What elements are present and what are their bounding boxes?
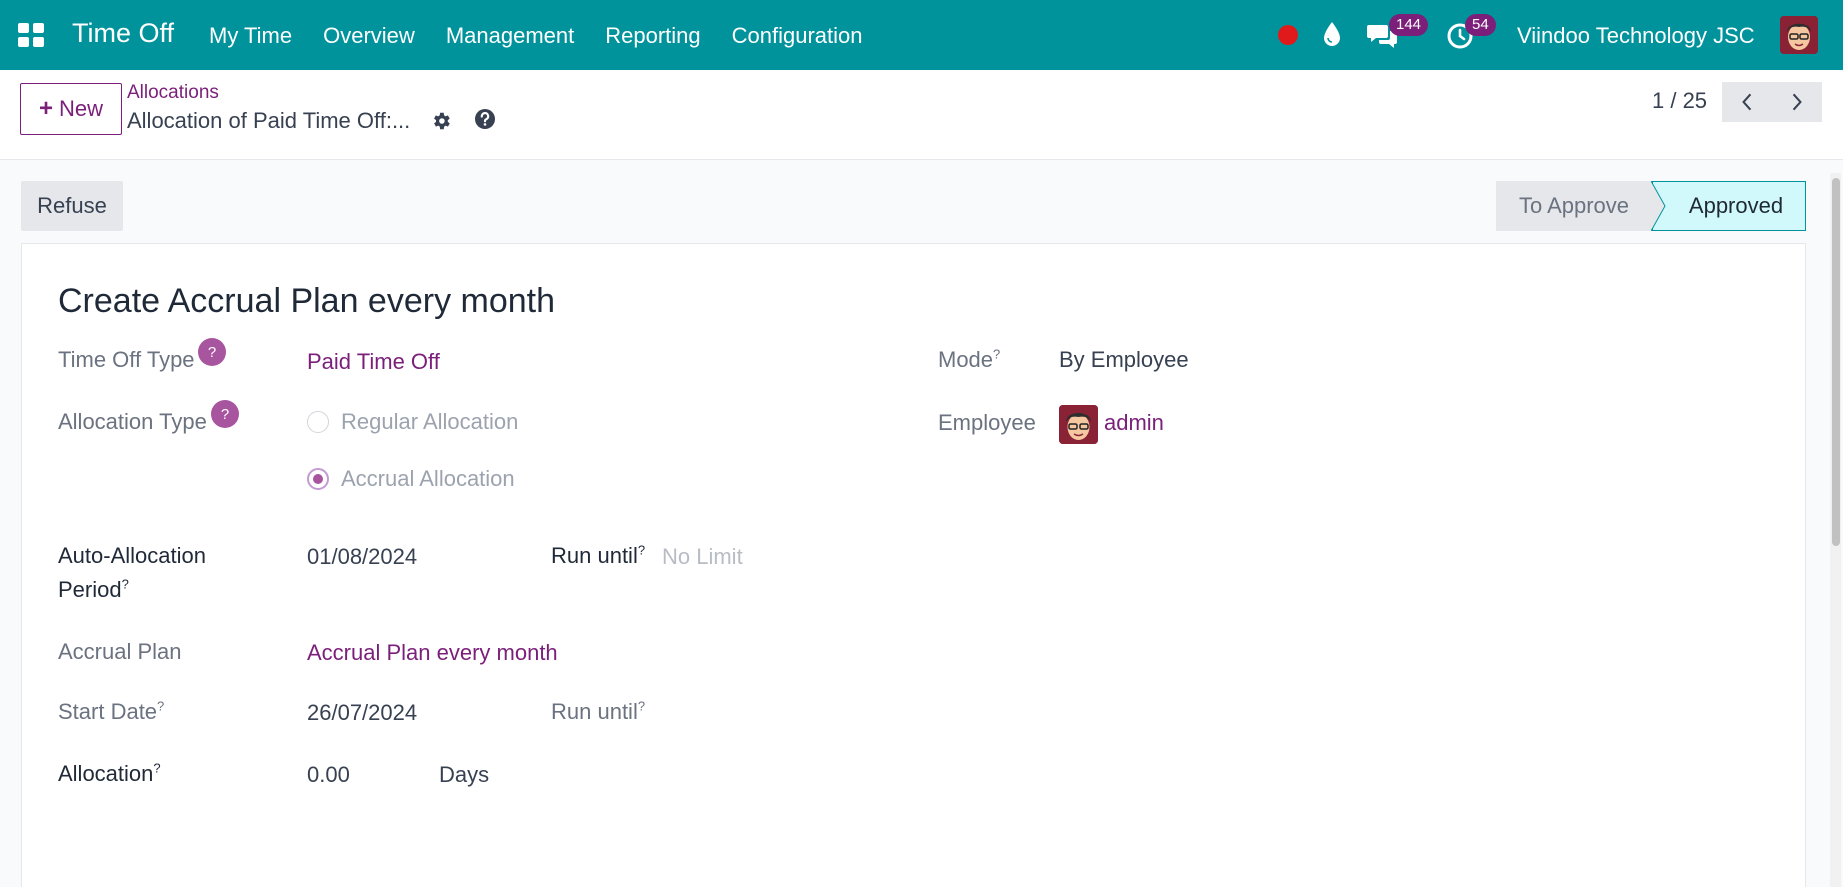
water-drop-icon[interactable] [1322, 21, 1342, 47]
breadcrumb-allocations[interactable]: Allocations [127, 82, 219, 104]
time-off-type-label: Time Off Type [58, 347, 195, 372]
menu-item-my-time[interactable]: My Time [209, 23, 292, 49]
employee-avatar [1059, 405, 1098, 444]
plus-icon: + [38, 95, 53, 122]
mode-value[interactable]: By Employee [1059, 347, 1189, 373]
allocation-type-help-icon[interactable]: ? [211, 400, 239, 428]
allocation-unit: Days [439, 762, 490, 787]
refuse-button[interactable]: Refuse [21, 181, 123, 231]
run-until-input[interactable]: No Limit [662, 544, 743, 570]
menu-item-configuration[interactable]: Configuration [732, 23, 863, 49]
menu-item-overview[interactable]: Overview [323, 23, 415, 49]
time-off-type-value[interactable]: Paid Time Off [307, 349, 440, 375]
accrual-plan-label: Accrual Plan [58, 639, 182, 664]
run-until-label: Run until? [551, 542, 646, 568]
mode-label: Mode? [938, 346, 1001, 372]
accrual-allocation-label[interactable]: Accrual Allocation [341, 466, 515, 492]
auto-allocation-label: Auto-Allocation Period? [58, 543, 206, 602]
allocation-help-icon[interactable]: ? [153, 761, 160, 776]
allocation-type-label: Allocation Type [58, 409, 207, 434]
regular-allocation-label[interactable]: Regular Allocation [341, 409, 518, 435]
help-icon[interactable] [474, 108, 496, 130]
allocation-value[interactable]: 0.00 [307, 762, 350, 788]
pager-value[interactable]: 1 / 25 [1652, 88, 1707, 114]
app-title[interactable]: Time Off [72, 18, 174, 49]
form-sheet [21, 243, 1806, 887]
radio-regular-allocation[interactable] [307, 411, 329, 433]
control-panel: + New Allocations Allocation of Paid Tim… [0, 70, 1843, 160]
record-title: Allocation of Paid Time Off:... [127, 108, 411, 133]
auto-allocation-help-icon[interactable]: ? [122, 577, 129, 592]
scrollbar-thumb[interactable] [1832, 178, 1840, 546]
run-until-label-2: Run until? [551, 698, 646, 724]
company-switcher[interactable]: Viindoo Technology JSC [1517, 23, 1755, 49]
time-off-type-help-icon[interactable]: ? [198, 338, 226, 366]
apps-menu-icon[interactable] [18, 23, 44, 47]
main-menu: My Time Overview Management Reporting Co… [209, 23, 863, 49]
allocation-title[interactable]: Create Accrual Plan every month [58, 282, 555, 321]
activities-count-badge: 54 [1465, 14, 1496, 36]
new-button-label: New [59, 96, 104, 121]
run-until-2-help-icon[interactable]: ? [638, 699, 645, 714]
employee-label: Employee [938, 410, 1036, 435]
pager-next-button[interactable] [1772, 82, 1822, 122]
start-date-value[interactable]: 26/07/2024 [307, 700, 417, 726]
start-date-help-icon[interactable]: ? [157, 699, 164, 714]
allocation-label: Allocation? [58, 760, 161, 786]
stage-arrow-divider [1651, 181, 1666, 231]
menu-item-management[interactable]: Management [446, 23, 574, 49]
new-button[interactable]: + New [20, 83, 122, 135]
pager-previous-button[interactable] [1722, 82, 1772, 122]
start-date-label: Start Date? [58, 698, 165, 724]
run-until-help-icon[interactable]: ? [638, 543, 645, 558]
user-avatar[interactable] [1780, 16, 1818, 54]
recording-indicator-icon[interactable] [1278, 25, 1298, 45]
mode-help-icon[interactable]: ? [993, 347, 1000, 362]
messages-count-badge: 144 [1389, 14, 1429, 36]
menu-item-reporting[interactable]: Reporting [605, 23, 700, 49]
chevron-right-icon [1792, 93, 1802, 111]
accrual-plan-value[interactable]: Accrual Plan every month [307, 640, 558, 666]
employee-value[interactable]: admin [1104, 410, 1164, 436]
stage-to-approve[interactable]: To Approve [1496, 181, 1652, 231]
top-navbar: Time Off My Time Overview Management Rep… [0, 0, 1843, 70]
gear-icon[interactable] [430, 110, 452, 132]
chevron-left-icon [1742, 93, 1752, 111]
auto-allocation-date[interactable]: 01/08/2024 [307, 544, 417, 570]
radio-accrual-allocation[interactable] [307, 468, 329, 490]
